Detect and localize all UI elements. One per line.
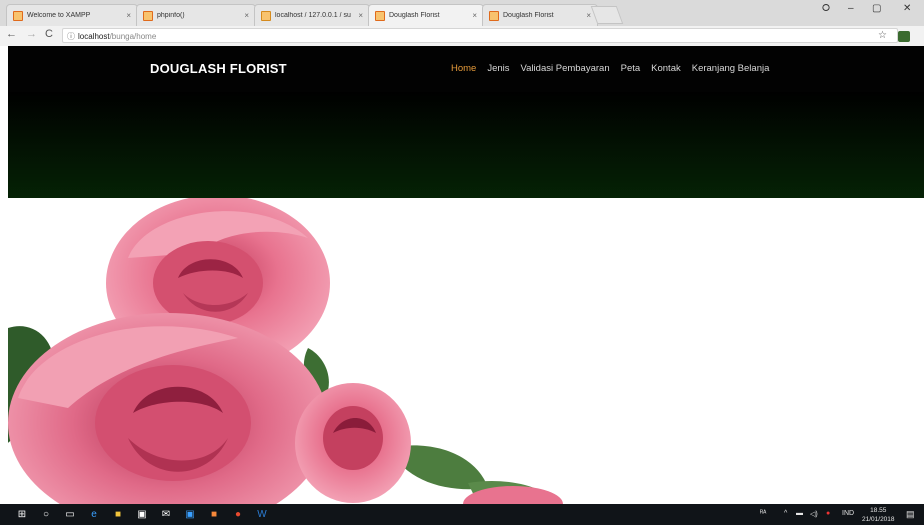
rose-illustration bbox=[8, 198, 563, 504]
show-hidden-icons-icon[interactable]: ^ bbox=[784, 510, 787, 517]
reload-icon[interactable]: C bbox=[45, 28, 53, 40]
tab-label: Douglash Florist bbox=[389, 12, 440, 19]
back-icon[interactable]: ← bbox=[6, 28, 17, 40]
menu-peta[interactable]: Peta bbox=[621, 63, 641, 74]
site-brand[interactable]: DOUGLASH FLORIST bbox=[150, 61, 287, 76]
menu-jenis[interactable]: Jenis bbox=[487, 63, 509, 74]
page-left-margin bbox=[0, 46, 8, 504]
close-tab-icon[interactable]: × bbox=[472, 11, 477, 20]
url-host: localhost bbox=[78, 32, 110, 41]
maximize-icon[interactable]: ▢ bbox=[872, 3, 881, 14]
phpmyadmin-favicon-icon bbox=[261, 10, 271, 21]
cortana-search-icon[interactable]: ○ bbox=[40, 508, 52, 520]
windows-taskbar: ⊞ ○ ▭ e ■ ▣ ✉ ▣ ■ ● W ᴿᴬ ^ ▬ ◁) ● IND 18… bbox=[0, 504, 924, 525]
close-window-icon[interactable]: ✕ bbox=[903, 3, 911, 14]
address-bar[interactable]: ⓘ localhost/bunga/home bbox=[62, 28, 898, 43]
site-favicon-icon bbox=[489, 10, 499, 21]
xampp-app-icon[interactable]: ■ bbox=[208, 508, 220, 520]
close-tab-icon[interactable]: × bbox=[126, 11, 131, 20]
browser-tab-strip: Welcome to XAMPP × phpinfo() × localhost… bbox=[0, 0, 924, 26]
url-path: /bunga/home bbox=[109, 32, 157, 41]
notification-badge-icon[interactable]: ● bbox=[826, 510, 830, 517]
menu-home[interactable]: Home bbox=[451, 63, 476, 74]
volume-icon[interactable]: ◁) bbox=[810, 510, 818, 518]
menu-keranjang-belanja[interactable]: Keranjang Belanja bbox=[692, 63, 770, 74]
site-navbar: DOUGLASH FLORIST Home Jenis Validasi Pem… bbox=[8, 46, 924, 93]
tab-douglash-florist[interactable]: Douglash Florist × bbox=[482, 4, 598, 26]
file-explorer-icon[interactable]: ■ bbox=[112, 508, 124, 520]
info-icon[interactable]: ⓘ bbox=[67, 32, 75, 41]
tab-welcome-to-xampp[interactable]: Welcome to XAMPP × bbox=[6, 4, 138, 26]
site-favicon-icon bbox=[375, 10, 385, 21]
menu-validasi-pembayaran[interactable]: Validasi Pembayaran bbox=[521, 63, 610, 74]
mail-icon[interactable]: ✉ bbox=[160, 508, 172, 520]
clock-time: 18.55 bbox=[870, 507, 887, 514]
task-view-icon[interactable]: ▭ bbox=[64, 508, 76, 520]
tab-label: phpinfo() bbox=[157, 12, 185, 19]
tab-douglash-florist-active[interactable]: Douglash Florist × bbox=[368, 4, 484, 26]
minimize-icon[interactable]: – bbox=[848, 3, 854, 14]
profile-icon[interactable]: ⭘ bbox=[822, 3, 830, 14]
word-icon[interactable]: W bbox=[256, 508, 268, 520]
people-icon[interactable]: ᴿᴬ bbox=[760, 510, 766, 517]
chrome-icon[interactable]: ● bbox=[232, 508, 244, 520]
tab-phpmyadmin[interactable]: localhost / 127.0.0.1 / su × bbox=[254, 4, 370, 26]
close-tab-icon[interactable]: × bbox=[244, 11, 249, 20]
calendar-app-icon[interactable]: ▣ bbox=[184, 508, 196, 520]
xampp-favicon-icon bbox=[13, 10, 23, 21]
menu-kontak[interactable]: Kontak bbox=[651, 63, 681, 74]
edge-browser-icon[interactable]: e bbox=[88, 508, 100, 520]
clock-date: 21/01/2018 bbox=[862, 516, 895, 523]
store-icon[interactable]: ▣ bbox=[136, 508, 148, 520]
extension-icon[interactable] bbox=[898, 31, 910, 42]
hero-rose-image bbox=[8, 198, 924, 504]
php-favicon-icon bbox=[143, 10, 153, 21]
close-tab-icon[interactable]: × bbox=[586, 11, 591, 20]
main-menu: Home Jenis Validasi Pembayaran Peta Kont… bbox=[451, 63, 780, 74]
action-center-icon[interactable]: ▤ bbox=[906, 509, 915, 520]
forward-icon[interactable]: → bbox=[26, 28, 37, 40]
tab-label: Welcome to XAMPP bbox=[27, 12, 91, 19]
bookmark-star-icon[interactable]: ☆ bbox=[878, 30, 887, 41]
windows-start-icon[interactable]: ⊞ bbox=[16, 508, 28, 520]
new-tab-button[interactable] bbox=[590, 6, 624, 24]
network-icon[interactable]: ▬ bbox=[796, 510, 803, 517]
tab-label: Douglash Florist bbox=[503, 12, 554, 19]
tab-label: localhost / 127.0.0.1 / su bbox=[275, 12, 351, 19]
input-language[interactable]: IND bbox=[842, 510, 854, 517]
tab-phpinfo[interactable]: phpinfo() × bbox=[136, 4, 256, 26]
hero-dark-band bbox=[8, 92, 924, 198]
system-clock[interactable]: 18.55 21/01/2018 bbox=[862, 506, 895, 524]
close-tab-icon[interactable]: × bbox=[358, 11, 363, 20]
address-bar-row: ← → C ⓘ localhost/bunga/home ☆ bbox=[0, 26, 924, 47]
